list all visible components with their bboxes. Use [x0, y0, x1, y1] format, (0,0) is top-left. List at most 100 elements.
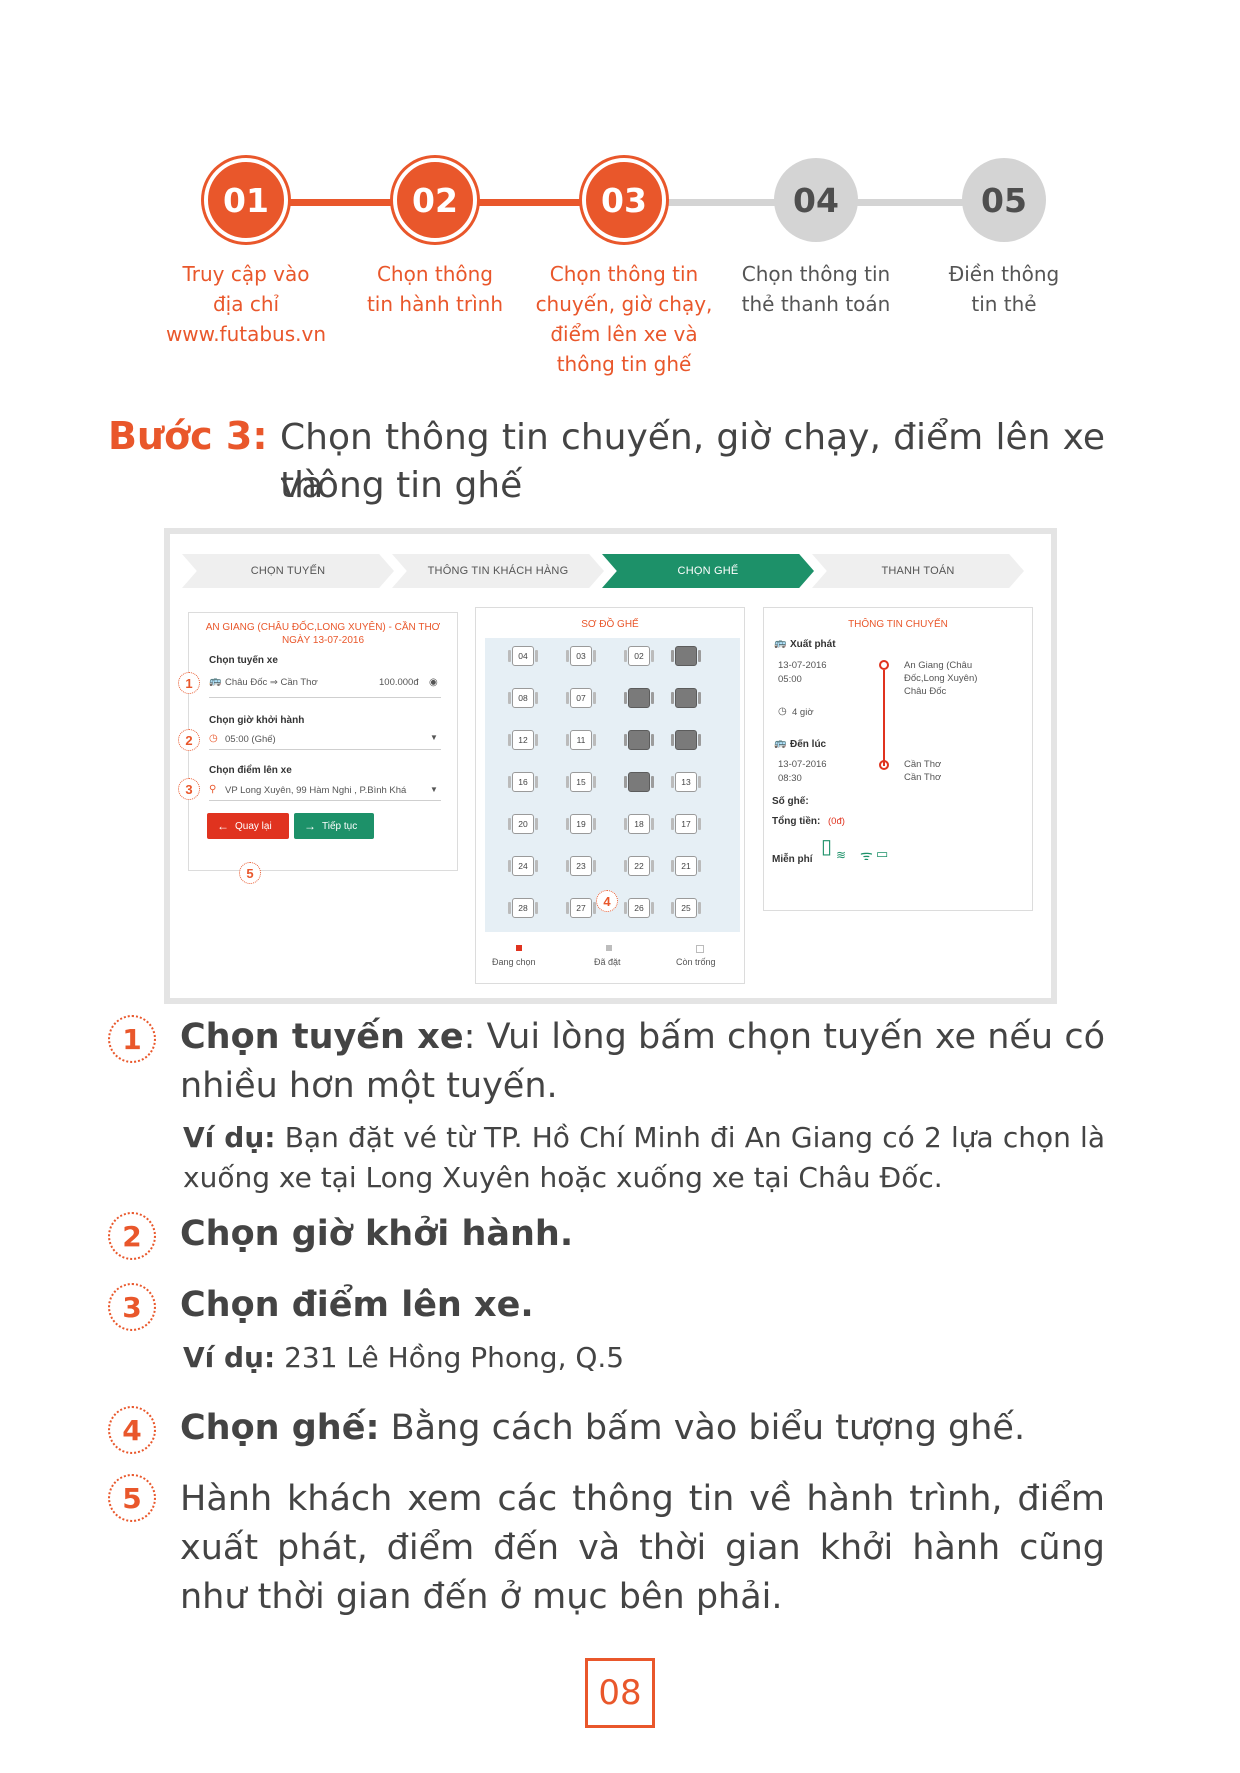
tab-thanh-toan[interactable]: THANH TOÁN — [812, 554, 1024, 588]
seat[interactable]: 11 — [566, 730, 596, 750]
clock-icon: ◷ — [778, 706, 787, 717]
depart-place-1: An Giang (Châu — [904, 660, 973, 671]
item-2-badge: 2 — [108, 1212, 156, 1260]
pickup-select[interactable]: VP Long Xuyên, 99 Hàm Nghi , P.Bình Khá — [225, 785, 415, 796]
seat-booked[interactable] — [671, 688, 701, 708]
item-3-badge: 3 — [108, 1283, 156, 1331]
seat[interactable]: 28 — [508, 898, 538, 918]
depart-date: 13-07-2016 — [778, 660, 827, 671]
seat[interactable]: 04 — [508, 646, 538, 666]
seat-booked[interactable] — [671, 730, 701, 750]
water-bottle-icon: ▯ — [821, 836, 833, 858]
step-heading-label: Bước 3: — [108, 414, 268, 458]
chevron-down-icon[interactable]: ▼ — [430, 785, 438, 794]
next-button-label: Tiếp tục — [322, 820, 358, 832]
seat[interactable]: 21 — [671, 856, 701, 876]
seat[interactable]: 23 — [566, 856, 596, 876]
seat[interactable]: 22 — [624, 856, 654, 876]
seat-booked[interactable] — [671, 646, 701, 666]
step-4-circle: 04 — [774, 158, 858, 242]
seat[interactable]: 19 — [566, 814, 596, 834]
seat[interactable]: 18 — [624, 814, 654, 834]
seat-grid: 04 03 02 08 07 12 11 16 15 13 20 19 18 17 24 23 22 21 28 27… — [485, 638, 740, 932]
item-3-example-text: 231 Lê Hồng Phong, Q.5 — [275, 1341, 625, 1374]
depart-label: Xuất phát — [790, 639, 836, 650]
radio-selected-icon[interactable]: ◉ — [429, 677, 438, 688]
back-button[interactable]: ← Quay lại — [207, 813, 289, 839]
item-1-bold: Chọn tuyến xe — [180, 1017, 464, 1057]
example-label: Ví dụ: — [183, 1121, 276, 1154]
duration: 4 giờ — [792, 707, 814, 718]
chevron-down-icon[interactable]: ▼ — [430, 733, 438, 742]
clock-icon: ◷ — [209, 733, 218, 744]
seat[interactable]: 12 — [508, 730, 538, 750]
seat[interactable]: 17 — [671, 814, 701, 834]
route-panel-title-1: AN GIANG (CHÂU ĐỐC,LONG XUYÊN) - CẦN THƠ — [205, 622, 441, 633]
arrow-left-icon: ← — [217, 819, 229, 833]
seat[interactable]: 07 — [566, 688, 596, 708]
divider — [209, 697, 441, 698]
callout-marker-2: 2 — [178, 729, 200, 751]
item-2-bold: Chọn giờ khởi hành. — [180, 1214, 574, 1254]
callout-marker-5: 5 — [239, 862, 261, 884]
step-3-circle: 03 — [582, 158, 666, 242]
seat[interactable]: 25 — [671, 898, 701, 918]
route-panel: AN GIANG (CHÂU ĐỐC,LONG XUYÊN) - CẦN THƠ… — [188, 612, 458, 871]
step-2-label: Chọn thông tin hành trình — [366, 262, 504, 316]
total-label: Tổng tiền: — [772, 816, 821, 827]
next-button[interactable]: → Tiếp tục — [294, 813, 374, 839]
seat-booked[interactable] — [624, 772, 654, 792]
legend-available-swatch — [696, 945, 704, 953]
item-4-desc: Bằng cách bấm vào biểu tượng ghế. — [379, 1408, 1026, 1448]
arrive-date: 13-07-2016 — [778, 759, 827, 770]
seat[interactable]: 03 — [566, 646, 596, 666]
seat[interactable]: 02 — [624, 646, 654, 666]
trip-info-panel: THÔNG TIN CHUYẾN 🚌 Xuất phát 13-07-2016 … — [763, 607, 1033, 911]
step-1-label: Truy cập vào địa chỉ www.futabus.vn — [165, 262, 327, 346]
seat-booked[interactable] — [624, 688, 654, 708]
time-label: Chọn giờ khởi hành — [209, 715, 305, 726]
item-4-badge: 4 — [108, 1406, 156, 1454]
map-pin-icon: ⚲ — [209, 784, 217, 795]
tab-chon-tuyen[interactable]: CHỌN TUYẾN — [182, 554, 394, 588]
divider — [209, 749, 441, 750]
divider — [209, 800, 441, 801]
seat[interactable]: 27 — [566, 898, 596, 918]
tv-icon: ▭ — [876, 846, 889, 861]
depart-place-2: Đốc,Long Xuyên) — [904, 673, 978, 684]
arrow-right-icon: → — [304, 819, 316, 833]
item-4-text: Chọn ghế: Bằng cách bấm vào biểu tượng g… — [180, 1404, 1105, 1453]
tab-chon-ghe[interactable]: CHỌN GHẾ — [602, 554, 814, 588]
legend-available: Còn trống — [676, 957, 716, 967]
seat[interactable]: 15 — [566, 772, 596, 792]
route-label: Chọn tuyến xe — [209, 655, 278, 666]
seats-label: Số ghế: — [772, 796, 809, 807]
seat-map-title: SƠ ĐỒ GHẾ — [581, 619, 639, 630]
route-value[interactable]: Châu Đốc ⇒ Cần Thơ — [225, 677, 318, 688]
free-label: Miễn phí — [772, 854, 813, 865]
item-4-bold: Chọn ghế: — [180, 1408, 380, 1448]
bus-icon: 🚌 — [774, 738, 787, 749]
bus-icon: 🚌 — [209, 676, 222, 687]
depart-time: 05:00 — [778, 674, 802, 685]
example-label: Ví dụ: — [183, 1341, 276, 1374]
item-3-bold: Chọn điểm lên xe. — [180, 1285, 534, 1325]
arrive-time: 08:30 — [778, 773, 802, 784]
step-1-circle: 01 — [204, 158, 288, 242]
tab-thong-tin-khach-hang[interactable]: THÔNG TIN KHÁCH HÀNG — [392, 554, 604, 588]
seat-booked[interactable] — [624, 730, 654, 750]
step-5-circle: 05 — [962, 158, 1046, 242]
callout-marker-4: 4 — [596, 890, 618, 912]
seat[interactable]: 08 — [508, 688, 538, 708]
wifi-icon: ᯤ — [860, 847, 873, 863]
item-1-example: Ví dụ: Bạn đặt vé từ TP. Hồ Chí Minh đi … — [183, 1118, 1105, 1198]
seat[interactable]: 13 — [671, 772, 701, 792]
route-price: 100.000đ — [379, 677, 419, 688]
seat[interactable]: 16 — [508, 772, 538, 792]
item-2-text: Chọn giờ khởi hành. — [180, 1210, 1105, 1259]
seat[interactable]: 26 — [624, 898, 654, 918]
seat[interactable]: 20 — [508, 814, 538, 834]
callout-marker-3: 3 — [178, 778, 200, 800]
time-select[interactable]: 05:00 (Ghế) — [225, 734, 276, 745]
seat[interactable]: 24 — [508, 856, 538, 876]
